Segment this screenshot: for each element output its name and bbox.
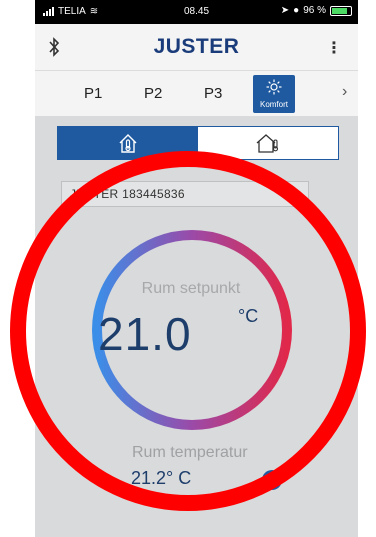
setpoint-value: 21.0 [98,308,192,360]
setpoint-label: Rum setpunkt [141,280,241,297]
setpoint-unit: °C [238,306,259,326]
room-temperature-value: 21.2° C [131,468,192,488]
info-icon[interactable]: i [262,470,282,490]
room-temperature-label: Rum temperatur [132,444,248,461]
